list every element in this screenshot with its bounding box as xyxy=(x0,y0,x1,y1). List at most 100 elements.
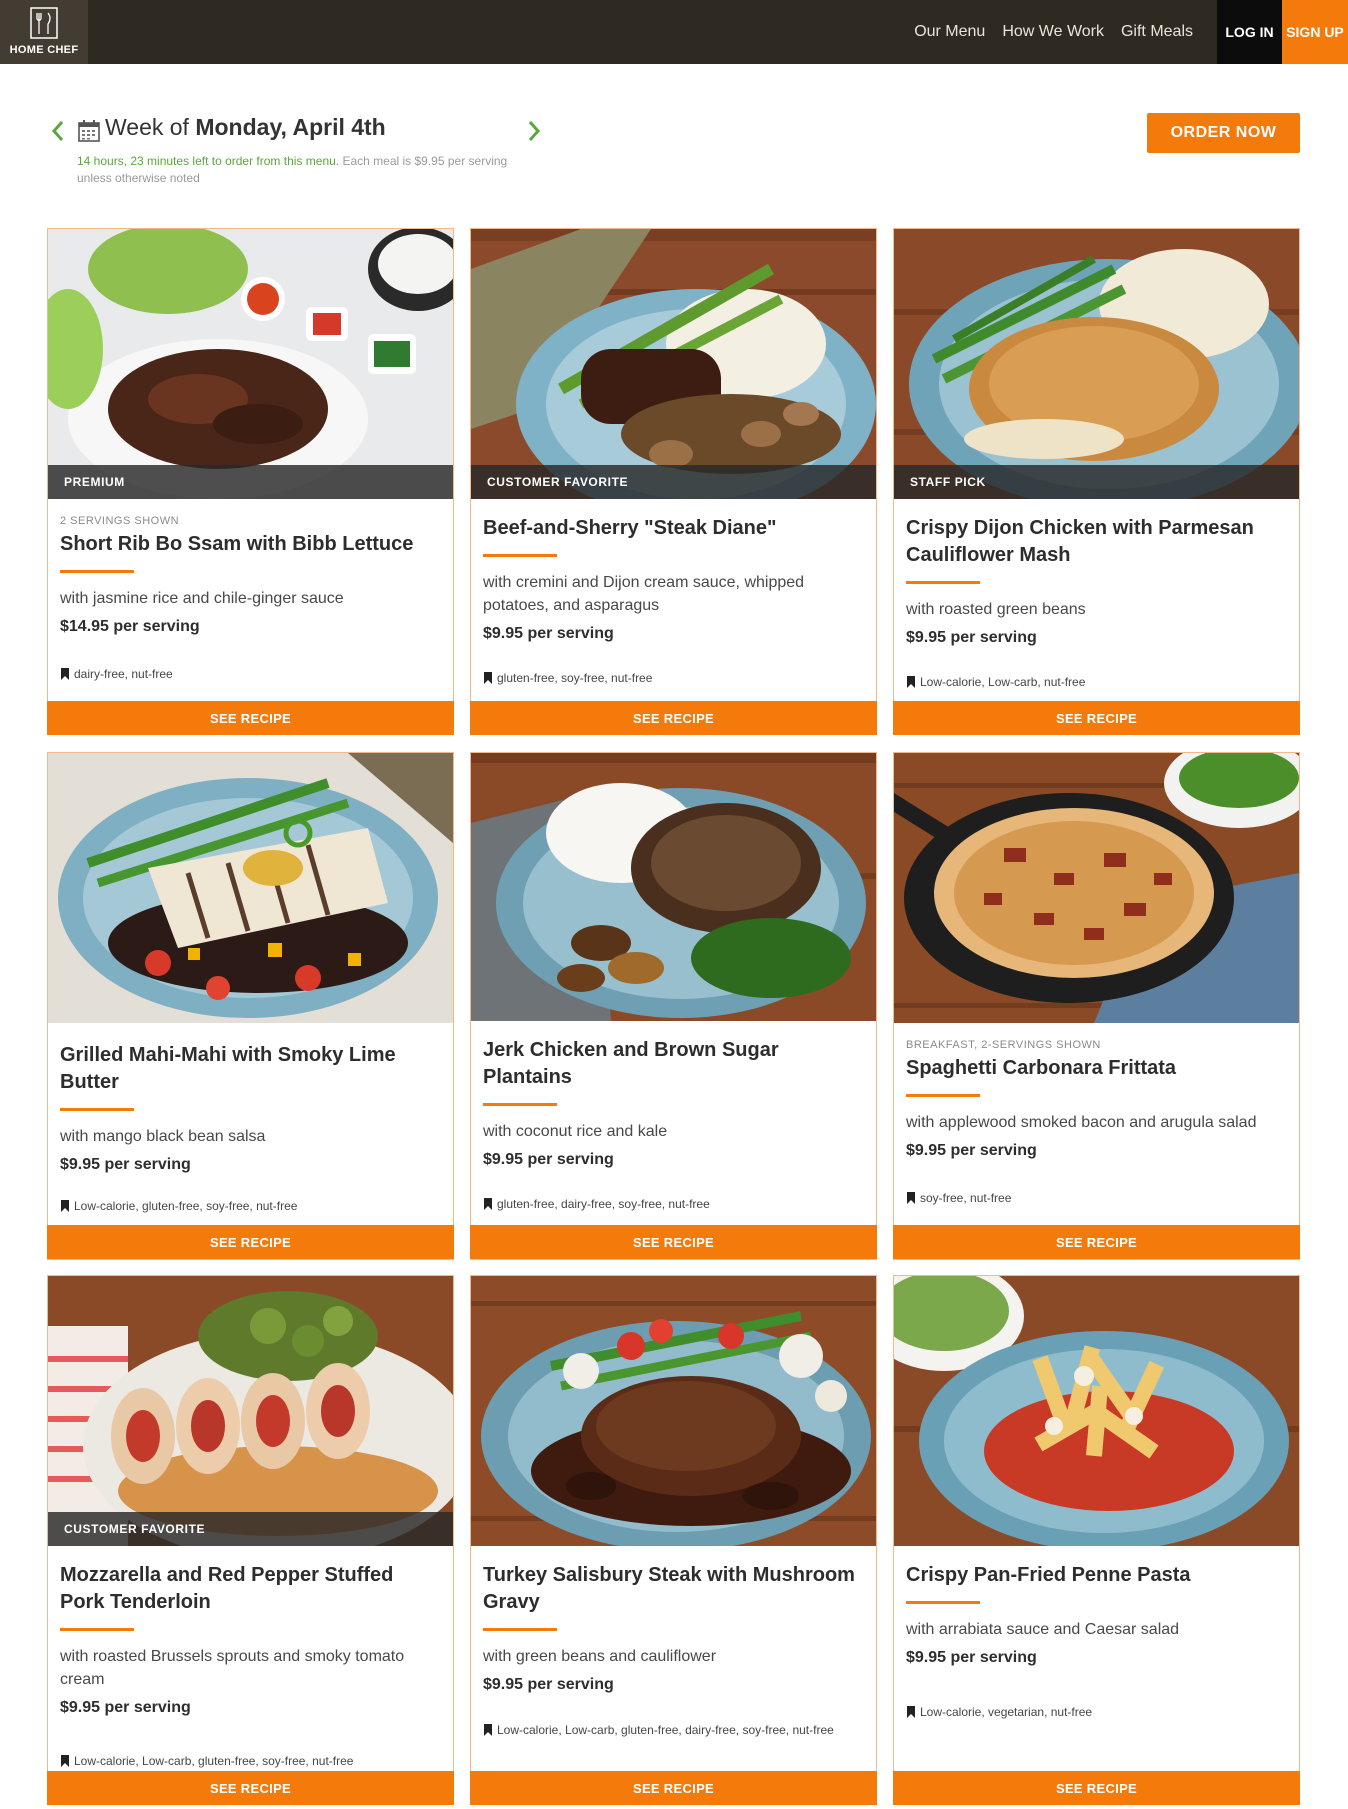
meal-card[interactable]: PREMIUM 2 SERVINGS SHOWN Short Rib Bo Ss… xyxy=(47,228,454,735)
meal-tags: soy-free, nut-free xyxy=(906,1190,1287,1207)
see-recipe-button[interactable]: SEE RECIPE xyxy=(47,701,454,735)
see-recipe-button[interactable]: SEE RECIPE xyxy=(893,701,1300,735)
title-divider xyxy=(60,570,134,573)
meal-image[interactable]: CUSTOMER FAVORITE xyxy=(48,1276,453,1546)
meal-image[interactable] xyxy=(471,1276,876,1546)
meal-image[interactable]: CUSTOMER FAVORITE xyxy=(471,229,876,499)
meal-description: with jasmine rice and chile-ginger sauce xyxy=(60,590,344,607)
meal-title[interactable]: Spaghetti Carbonara Frittata xyxy=(906,1055,1287,1082)
meal-ribbon: CUSTOMER FAVORITE xyxy=(48,1512,453,1546)
title-divider xyxy=(60,1108,134,1111)
title-divider xyxy=(483,1103,557,1106)
meal-description: with cremini and Dijon cream sauce, whip… xyxy=(483,574,805,614)
meal-price: $9.95 per serving xyxy=(906,1649,1037,1666)
bookmark-icon xyxy=(484,1724,492,1736)
previous-week-chevron-icon[interactable] xyxy=(49,118,67,144)
meal-image[interactable] xyxy=(894,1276,1299,1546)
title-divider xyxy=(906,1601,980,1604)
meal-title[interactable]: Beef-and-Sherry "Steak Diane" xyxy=(483,515,864,542)
meal-title[interactable]: Short Rib Bo Ssam with Bibb Lettuce xyxy=(60,531,441,558)
see-recipe-button[interactable]: SEE RECIPE xyxy=(470,701,877,735)
see-recipe-button[interactable]: SEE RECIPE xyxy=(893,1225,1300,1259)
meal-tags-text: Low-calorie, Low-carb, nut-free xyxy=(920,675,1086,689)
bookmark-icon xyxy=(484,1198,492,1210)
meal-tags: Low-calorie, Low-carb, gluten-free, dair… xyxy=(483,1722,864,1739)
title-divider xyxy=(906,1094,980,1097)
see-recipe-button[interactable]: SEE RECIPE xyxy=(470,1225,877,1259)
meal-ribbon: CUSTOMER FAVORITE xyxy=(471,465,876,499)
meal-price: $9.95 per serving xyxy=(483,1676,614,1693)
meal-eyebrow: BREAKFAST, 2-SERVINGS SHOWN xyxy=(906,1039,1101,1051)
meal-tags-text: dairy-free, nut-free xyxy=(74,667,173,681)
meal-price: $9.95 per serving xyxy=(906,1142,1037,1159)
chef-logo-icon xyxy=(30,7,58,39)
meal-title[interactable]: Turkey Salisbury Steak with Mushroom Gra… xyxy=(483,1562,864,1616)
meal-tags: gluten-free, soy-free, nut-free xyxy=(483,670,864,687)
meal-card[interactable]: Jerk Chicken and Brown Sugar Plantains w… xyxy=(470,752,877,1260)
meal-image[interactable] xyxy=(471,753,876,1021)
meal-price: $14.95 per serving xyxy=(60,618,200,635)
see-recipe-button[interactable]: SEE RECIPE xyxy=(47,1771,454,1805)
bookmark-icon xyxy=(907,1192,915,1204)
meal-description: with applewood smoked bacon and arugula … xyxy=(906,1114,1257,1131)
nav-our-menu[interactable]: Our Menu xyxy=(914,23,985,41)
meal-card[interactable]: Grilled Mahi-Mahi with Smoky Lime Butter… xyxy=(47,752,454,1260)
bookmark-icon xyxy=(61,668,69,680)
meal-tags-text: Low-calorie, Low-carb, gluten-free, dair… xyxy=(497,1723,834,1737)
meal-card[interactable]: CUSTOMER FAVORITE Beef-and-Sherry "Steak… xyxy=(470,228,877,735)
meal-image[interactable] xyxy=(894,753,1299,1023)
login-button[interactable]: LOG IN xyxy=(1217,0,1282,64)
meal-description: with coconut rice and kale xyxy=(483,1123,668,1140)
order-countdown: 14 hours, 23 minutes left to order from … xyxy=(77,154,340,168)
title-divider xyxy=(60,1628,134,1631)
meal-image[interactable]: PREMIUM xyxy=(48,229,453,499)
meal-tags-text: Low-calorie, vegetarian, nut-free xyxy=(920,1705,1093,1719)
meal-card[interactable]: Turkey Salisbury Steak with Mushroom Gra… xyxy=(470,1275,877,1805)
meal-title[interactable]: Crispy Dijon Chicken with Parmesan Cauli… xyxy=(906,515,1287,569)
see-recipe-button[interactable]: SEE RECIPE xyxy=(893,1771,1300,1805)
meal-tags-text: soy-free, nut-free xyxy=(920,1191,1012,1205)
meal-tags-text: Low-calorie, gluten-free, soy-free, nut-… xyxy=(74,1199,298,1213)
meal-price: $9.95 per serving xyxy=(483,625,614,642)
meal-price: $9.95 per serving xyxy=(60,1156,191,1173)
meal-title[interactable]: Jerk Chicken and Brown Sugar Plantains xyxy=(483,1037,864,1091)
week-prefix: Week of xyxy=(105,114,196,140)
next-week-chevron-icon[interactable] xyxy=(525,118,543,144)
order-deadline-note: 14 hours, 23 minutes left to order from … xyxy=(77,153,527,187)
meal-tags: Low-calorie, Low-carb, gluten-free, soy-… xyxy=(60,1753,441,1770)
meal-card[interactable]: BREAKFAST, 2-SERVINGS SHOWN Spaghetti Ca… xyxy=(893,752,1300,1260)
meal-title[interactable]: Mozzarella and Red Pepper Stuffed Pork T… xyxy=(60,1562,441,1616)
title-divider xyxy=(483,1628,557,1631)
nav-gift-meals[interactable]: Gift Meals xyxy=(1121,23,1193,41)
meal-ribbon: PREMIUM xyxy=(48,465,453,499)
bookmark-icon xyxy=(907,1706,915,1718)
meal-eyebrow: 2 SERVINGS SHOWN xyxy=(60,515,180,527)
meal-tags: Low-calorie, Low-carb, nut-free xyxy=(906,674,1287,691)
meal-price: $9.95 per serving xyxy=(483,1151,614,1168)
meal-image[interactable] xyxy=(48,753,453,1023)
meal-tags: Low-calorie, vegetarian, nut-free xyxy=(906,1704,1287,1721)
see-recipe-button[interactable]: SEE RECIPE xyxy=(470,1771,877,1805)
calendar-icon xyxy=(78,120,100,142)
meal-card[interactable]: Crispy Pan-Fried Penne Pasta with arrabi… xyxy=(893,1275,1300,1805)
meal-card[interactable]: STAFF PICK Crispy Dijon Chicken with Par… xyxy=(893,228,1300,735)
signup-button[interactable]: SIGN UP xyxy=(1282,0,1348,64)
meal-description: with arrabiata sauce and Caesar salad xyxy=(906,1621,1180,1638)
meal-tags-text: gluten-free, soy-free, nut-free xyxy=(497,671,653,685)
order-now-button[interactable]: ORDER NOW xyxy=(1147,113,1300,153)
meal-description: with roasted Brussels sprouts and smoky … xyxy=(60,1648,405,1688)
top-navigation-bar: HOME CHEF Our Menu How We Work Gift Meal… xyxy=(0,0,1348,64)
see-recipe-button[interactable]: SEE RECIPE xyxy=(47,1225,454,1259)
home-chef-logo[interactable]: HOME CHEF xyxy=(0,0,88,64)
bookmark-icon xyxy=(61,1200,69,1212)
meal-tags: Low-calorie, gluten-free, soy-free, nut-… xyxy=(60,1198,441,1215)
meal-ribbon: STAFF PICK xyxy=(894,465,1299,499)
meal-title[interactable]: Crispy Pan-Fried Penne Pasta xyxy=(906,1562,1287,1589)
meal-tags: gluten-free, dairy-free, soy-free, nut-f… xyxy=(483,1196,864,1213)
title-divider xyxy=(906,581,980,584)
nav-how-we-work[interactable]: How We Work xyxy=(1002,23,1104,41)
meal-title[interactable]: Grilled Mahi-Mahi with Smoky Lime Butter xyxy=(60,1042,441,1096)
meal-image[interactable]: STAFF PICK xyxy=(894,229,1299,499)
meal-card[interactable]: CUSTOMER FAVORITE Mozzarella and Red Pep… xyxy=(47,1275,454,1805)
meal-price: $9.95 per serving xyxy=(906,629,1037,646)
